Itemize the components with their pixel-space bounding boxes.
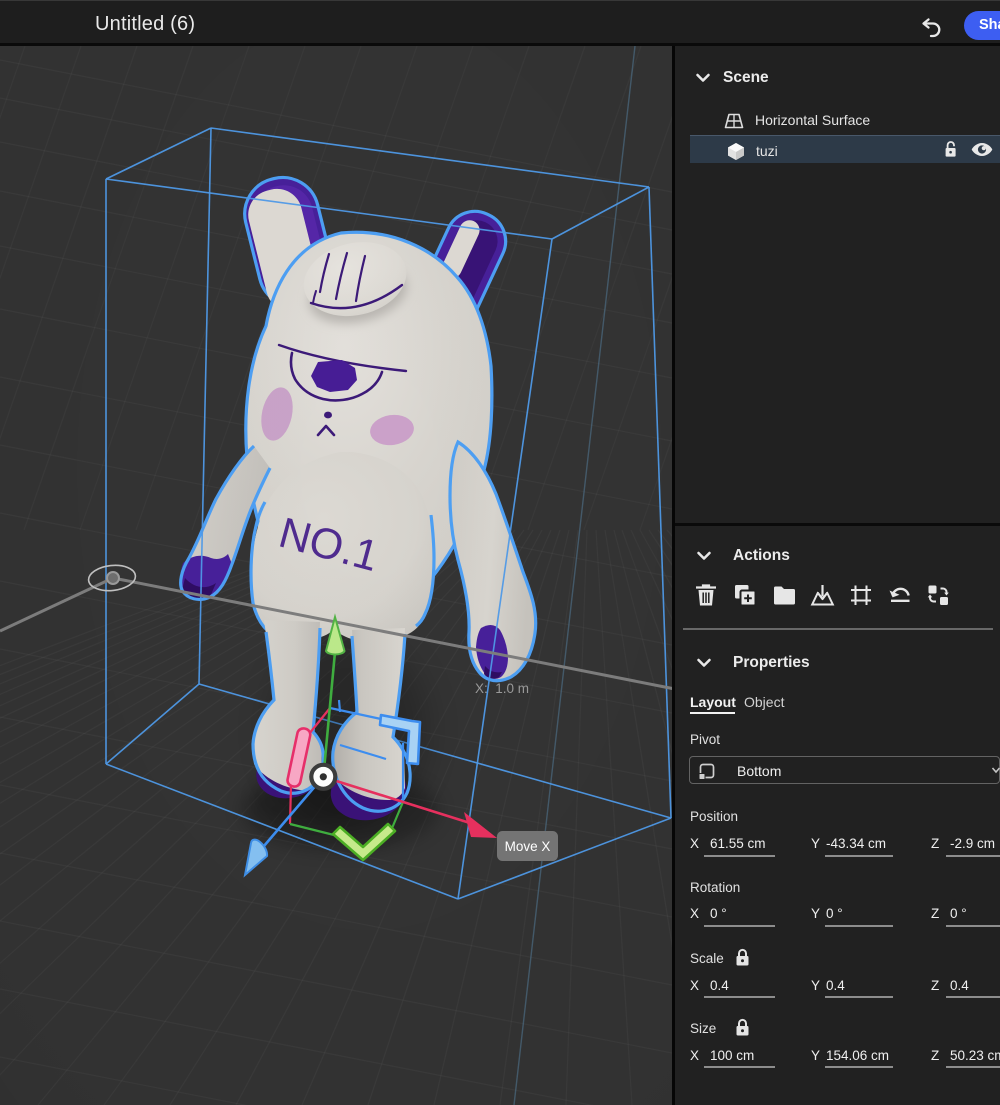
svg-text:Move X: Move X (505, 839, 551, 854)
